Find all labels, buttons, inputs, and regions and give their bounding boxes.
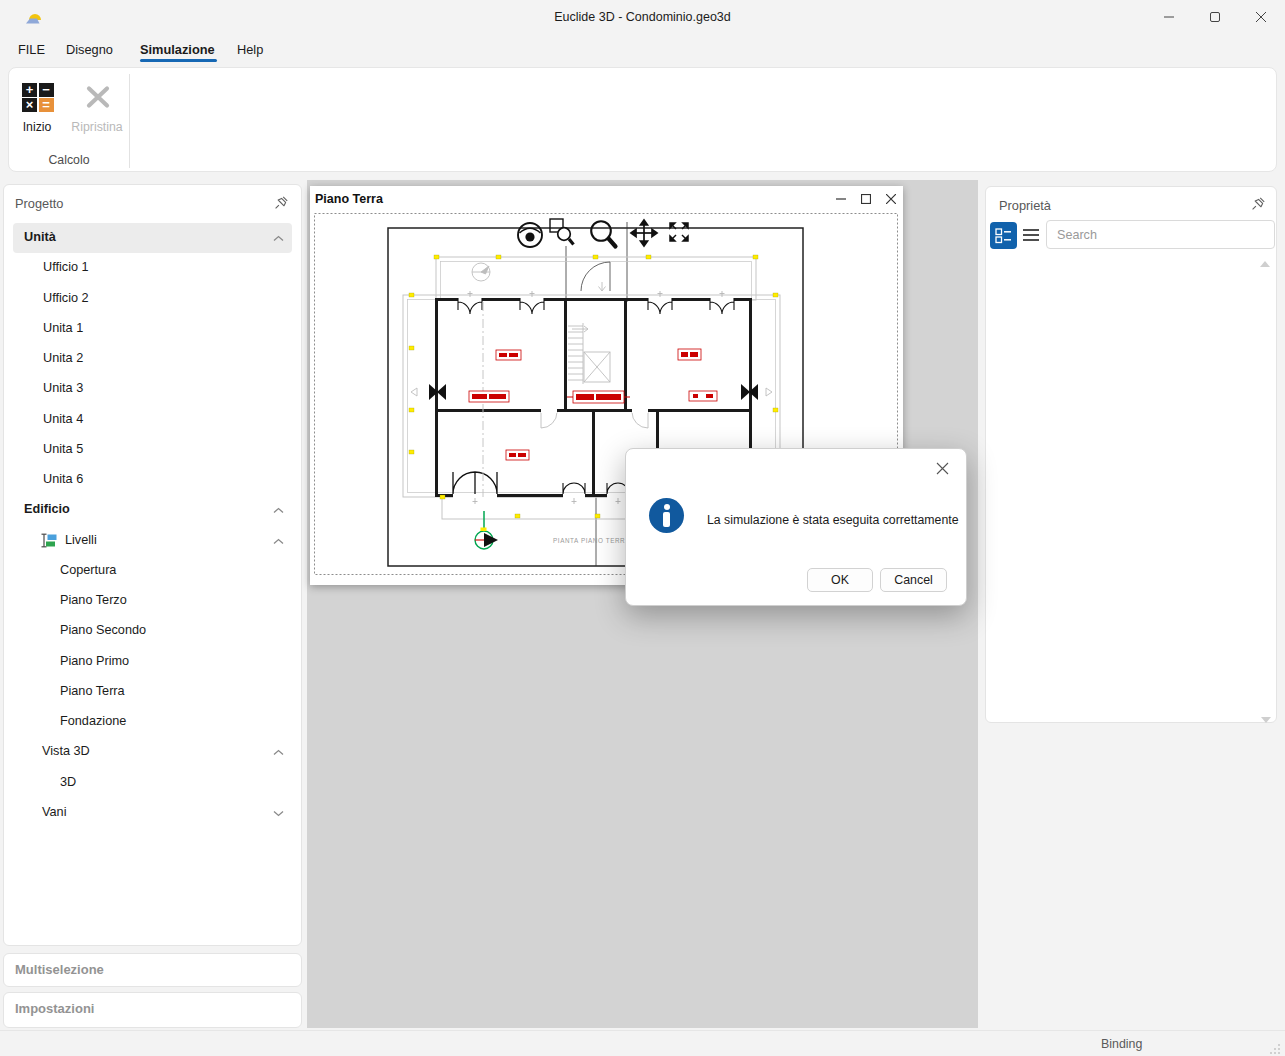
doc-maximize-button[interactable] <box>855 190 877 208</box>
tree-item-unita-5[interactable]: Unita 5 <box>4 435 301 465</box>
pin-icon[interactable] <box>1251 196 1266 211</box>
menu-help[interactable]: Help <box>237 42 263 57</box>
zoom-icon[interactable] <box>591 221 615 246</box>
fit-view-icon[interactable] <box>670 223 688 241</box>
status-binding-text: Binding <box>1101 1037 1161 1051</box>
project-panel-title: Progetto <box>15 196 63 211</box>
statusbar: Binding <box>0 1030 1285 1056</box>
pin-icon[interactable] <box>274 195 289 210</box>
search-input[interactable] <box>1046 220 1275 249</box>
tree-item-edificio[interactable]: Edificio <box>4 495 301 525</box>
tree-item-fondazione[interactable]: Fondazione <box>4 707 301 737</box>
project-panel: Progetto UnitàUfficio 1Ufficio 2Unita 1U… <box>3 184 302 946</box>
level-marker <box>475 511 498 549</box>
window-title: Euclide 3D - Condominio.geo3d <box>0 10 1285 24</box>
tree-item-unit-[interactable]: Unità <box>4 223 301 253</box>
levels-icon <box>41 533 58 548</box>
close-button[interactable] <box>1238 0 1284 34</box>
plan-caption: PIANTA PIANO TERREN <box>553 537 635 544</box>
tree-item-copertura[interactable]: Copertura <box>4 556 301 586</box>
document-title: Piano Terra <box>315 192 383 206</box>
tree-item-livelli[interactable]: Livelli <box>4 526 301 556</box>
tree-item-unita-2[interactable]: Unita 2 <box>4 344 301 374</box>
cancel-button[interactable]: Cancel <box>880 568 947 592</box>
simulation-dialog: La simulazione è stata eseguita corretta… <box>625 448 967 606</box>
properties-panel: Proprietà <box>985 186 1277 723</box>
tree-item-piano-primo[interactable]: Piano Primo <box>4 647 301 677</box>
tree-item-piano-terzo[interactable]: Piano Terzo <box>4 586 301 616</box>
resize-grip[interactable] <box>1269 1043 1281 1055</box>
doc-minimize-button[interactable] <box>830 190 852 208</box>
inizio-button[interactable]: + − × = Inizio <box>9 76 65 148</box>
tree-item-unita-4[interactable]: Unita 4 <box>4 405 301 435</box>
tree-item-unita-1[interactable]: Unita 1 <box>4 314 301 344</box>
tree-item-3d[interactable]: 3D <box>4 768 301 798</box>
category-icon <box>990 222 1017 249</box>
tree-item-unita-6[interactable]: Unita 6 <box>4 465 301 495</box>
tree-item-vani[interactable]: Vani <box>4 798 301 828</box>
reset-x-icon <box>86 84 110 110</box>
categorized-view-button[interactable] <box>990 222 1017 249</box>
plan-toolbar <box>518 219 688 247</box>
multiselezione-panel[interactable]: Multiselezione <box>3 953 302 987</box>
zoom-window-icon[interactable] <box>550 219 574 245</box>
eye-icon[interactable] <box>518 223 542 247</box>
doc-close-button[interactable] <box>880 190 902 208</box>
impostazioni-label: Impostazioni <box>15 1001 94 1016</box>
info-icon <box>649 498 684 533</box>
impostazioni-panel[interactable]: Impostazioni <box>3 992 302 1028</box>
tree-item-vista-3d[interactable]: Vista 3D <box>4 737 301 767</box>
titlebar: Euclide 3D - Condominio.geo3d <box>0 0 1285 36</box>
scroll-up-arrow[interactable] <box>1260 261 1270 267</box>
ok-button[interactable]: OK <box>807 568 873 592</box>
list-view-button[interactable] <box>1022 227 1040 243</box>
menu-simulazione[interactable]: Simulazione <box>140 42 215 57</box>
pan-icon[interactable] <box>631 220 657 246</box>
ripristina-button: Ripristina <box>67 76 127 148</box>
ribbon: + − × = Inizio Ripristina Calcolo <box>8 67 1277 172</box>
maximize-button[interactable] <box>1192 0 1238 34</box>
app-window: Euclide 3D - Condominio.geo3d FILE Diseg… <box>0 0 1285 1056</box>
calculator-icon: + − × = <box>22 83 54 112</box>
active-tab-underline <box>140 59 217 62</box>
scroll-down-arrow[interactable] <box>1261 717 1271 723</box>
multiselezione-label: Multiselezione <box>15 962 104 977</box>
menu-file[interactable]: FILE <box>18 42 45 57</box>
tree-item-piano-terra[interactable]: Piano Terra <box>4 677 301 707</box>
tree-item-piano-secondo[interactable]: Piano Secondo <box>4 616 301 646</box>
menubar: FILE Disegno Simulazione Help <box>0 38 1285 66</box>
dialog-close-icon[interactable] <box>932 458 952 478</box>
ribbon-group-label: Calcolo <box>9 153 129 167</box>
dialog-message: La simulazione è stata eseguita corretta… <box>707 513 959 527</box>
tree-item-ufficio-2[interactable]: Ufficio 2 <box>4 284 301 314</box>
ribbon-separator <box>129 74 130 168</box>
minimize-button[interactable] <box>1146 0 1192 34</box>
tree-item-ufficio-1[interactable]: Ufficio 1 <box>4 253 301 283</box>
tree-item-unita-3[interactable]: Unita 3 <box>4 374 301 404</box>
menu-disegno[interactable]: Disegno <box>66 42 113 57</box>
properties-panel-title: Proprietà <box>999 198 1051 213</box>
